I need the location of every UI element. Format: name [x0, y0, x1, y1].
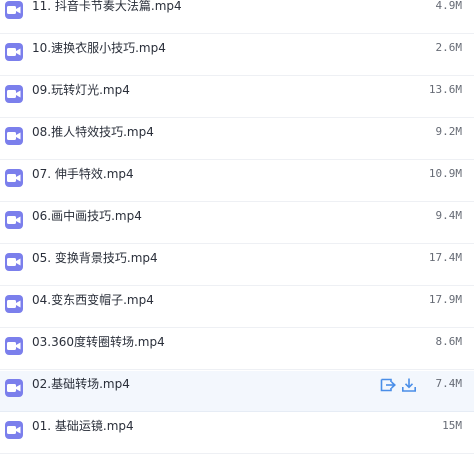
file-name[interactable]: 04.变东西变帽子.mp4	[32, 287, 154, 328]
file-row[interactable]: 03.360度转圈转场.mp4 8.6M	[0, 329, 474, 370]
file-name[interactable]: 07. 伸手特效.mp4	[32, 161, 134, 202]
video-file-icon	[5, 295, 23, 313]
file-size: 10.9M	[428, 167, 462, 180]
file-name[interactable]: 05. 变换背景技巧.mp4	[32, 245, 158, 286]
file-name[interactable]: 10.速换衣服小技巧.mp4	[32, 35, 166, 76]
file-size: 9.4M	[435, 209, 463, 222]
file-size: 2.6M	[435, 41, 463, 54]
file-row[interactable]: 05. 变换背景技巧.mp4 17.4M	[0, 245, 474, 286]
video-file-icon	[5, 421, 23, 439]
video-file-icon	[5, 43, 23, 61]
file-size: 13.6M	[428, 83, 462, 96]
file-row[interactable]: 08.推人特效技巧.mp4 9.2M	[0, 119, 474, 160]
file-row[interactable]: 04.变东西变帽子.mp4 17.9M	[0, 287, 474, 328]
file-name[interactable]: 01. 基础运镜.mp4	[32, 413, 134, 454]
video-file-icon	[5, 85, 23, 103]
file-name[interactable]: 08.推人特效技巧.mp4	[32, 119, 154, 160]
file-name[interactable]: 06.画中画技巧.mp4	[32, 203, 142, 244]
file-row[interactable]: 11. 抖音卡节奏大法篇.mp4 4.9M	[0, 0, 474, 34]
file-size: 17.4M	[428, 251, 462, 264]
file-size: 7.4M	[435, 377, 463, 390]
file-row[interactable]: 09.玩转灯光.mp4 13.6M	[0, 77, 474, 118]
file-row[interactable]: 07. 伸手特效.mp4 10.9M	[0, 161, 474, 202]
file-row-hovered[interactable]: 02.基础转场.mp4 7.4M	[0, 371, 474, 412]
file-row[interactable]: 06.画中画技巧.mp4 9.4M	[0, 203, 474, 244]
download-icon[interactable]	[401, 377, 417, 393]
video-file-icon	[5, 127, 23, 145]
share-icon[interactable]	[380, 377, 396, 393]
file-size: 8.6M	[435, 335, 463, 348]
video-file-icon	[5, 379, 23, 397]
video-file-icon	[5, 337, 23, 355]
file-size: 4.9M	[435, 0, 463, 12]
file-row[interactable]: 01. 基础运镜.mp4 15M	[0, 413, 474, 454]
video-file-icon	[5, 253, 23, 271]
video-file-icon	[5, 211, 23, 229]
file-name[interactable]: 02.基础转场.mp4	[32, 371, 130, 412]
file-size: 17.9M	[428, 293, 462, 306]
video-file-icon	[5, 1, 23, 19]
file-size: 15M	[442, 419, 462, 432]
file-name[interactable]: 09.玩转灯光.mp4	[32, 77, 130, 118]
file-list: 11. 抖音卡节奏大法篇.mp4 4.9M 10.速换衣服小技巧.mp4 2.6…	[0, 0, 474, 454]
file-size: 9.2M	[435, 125, 463, 138]
file-row[interactable]: 10.速换衣服小技巧.mp4 2.6M	[0, 35, 474, 76]
file-name[interactable]: 11. 抖音卡节奏大法篇.mp4	[32, 0, 182, 34]
video-file-icon	[5, 169, 23, 187]
file-name[interactable]: 03.360度转圈转场.mp4	[32, 329, 165, 370]
